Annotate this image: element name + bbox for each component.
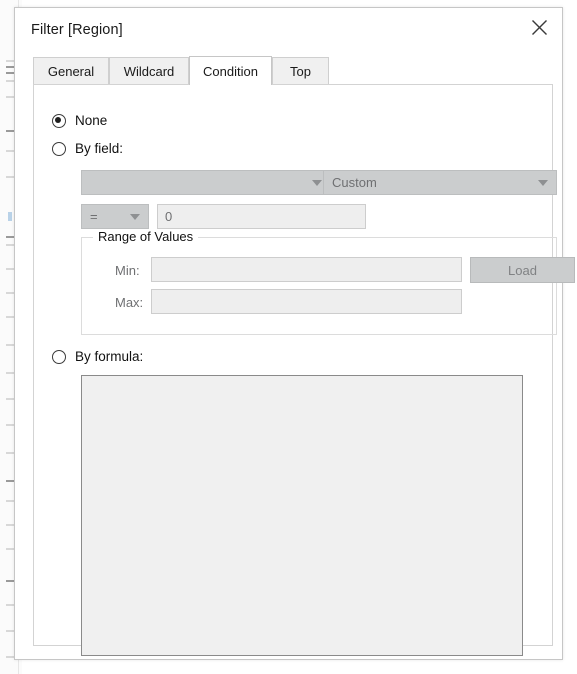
operator-dropdown[interactable]: = — [81, 204, 149, 229]
filter-dialog: Filter [Region] General Wildcard Conditi… — [14, 7, 575, 660]
dialog-titlebar: Filter [Region] — [15, 8, 562, 55]
operator-dropdown-value: = — [90, 209, 98, 224]
tab-strip: General Wildcard Condition Top — [33, 56, 547, 85]
load-button[interactable]: Load — [470, 257, 575, 283]
tab-wildcard-label: Wildcard — [123, 63, 175, 79]
radio-none-label: None — [75, 113, 108, 128]
chevron-down-icon — [538, 179, 548, 186]
radio-by-field-label: By field: — [75, 141, 124, 156]
tab-general[interactable]: General — [33, 57, 109, 84]
range-of-values-title: Range of Values — [93, 229, 199, 244]
aggregate-dropdown-value: Custom — [332, 175, 377, 190]
range-of-values-group: Range of Values Min: Load Max: — [81, 229, 575, 335]
radio-option-none[interactable]: None — [52, 113, 107, 128]
load-button-label: Load — [508, 262, 537, 278]
tab-general-label: General — [47, 63, 95, 79]
value-input[interactable]: 0 — [157, 204, 366, 229]
tab-condition-label: Condition — [203, 63, 258, 79]
radio-option-by-formula[interactable]: By formula: — [52, 349, 143, 364]
close-button[interactable] — [516, 8, 562, 46]
min-label: Min: — [115, 263, 140, 278]
dialog-title: Filter [Region] — [31, 22, 123, 38]
chevron-down-icon — [130, 213, 140, 220]
radio-option-by-field[interactable]: By field: — [52, 141, 123, 156]
radio-by-formula-label: By formula: — [75, 349, 144, 364]
close-icon — [531, 19, 548, 36]
chevron-down-icon — [312, 179, 322, 186]
tab-wildcard[interactable]: Wildcard — [109, 57, 189, 84]
radio-by-field-indicator — [52, 141, 66, 156]
tab-top-label: Top — [290, 63, 311, 79]
max-label: Max: — [115, 295, 144, 310]
aggregate-dropdown[interactable]: Custom — [323, 170, 557, 195]
tab-top[interactable]: Top — [272, 57, 329, 84]
value-input-text: 0 — [165, 209, 173, 224]
formula-textarea[interactable] — [81, 375, 523, 656]
radio-none-indicator — [52, 113, 66, 128]
min-input[interactable] — [151, 257, 462, 282]
radio-by-formula-indicator — [52, 349, 66, 364]
condition-tab-panel: None By field: Custom = 0 Range of Value… — [33, 84, 575, 656]
tab-condition[interactable]: Condition — [189, 56, 272, 85]
max-input[interactable] — [151, 289, 462, 314]
field-dropdown[interactable] — [81, 170, 331, 195]
